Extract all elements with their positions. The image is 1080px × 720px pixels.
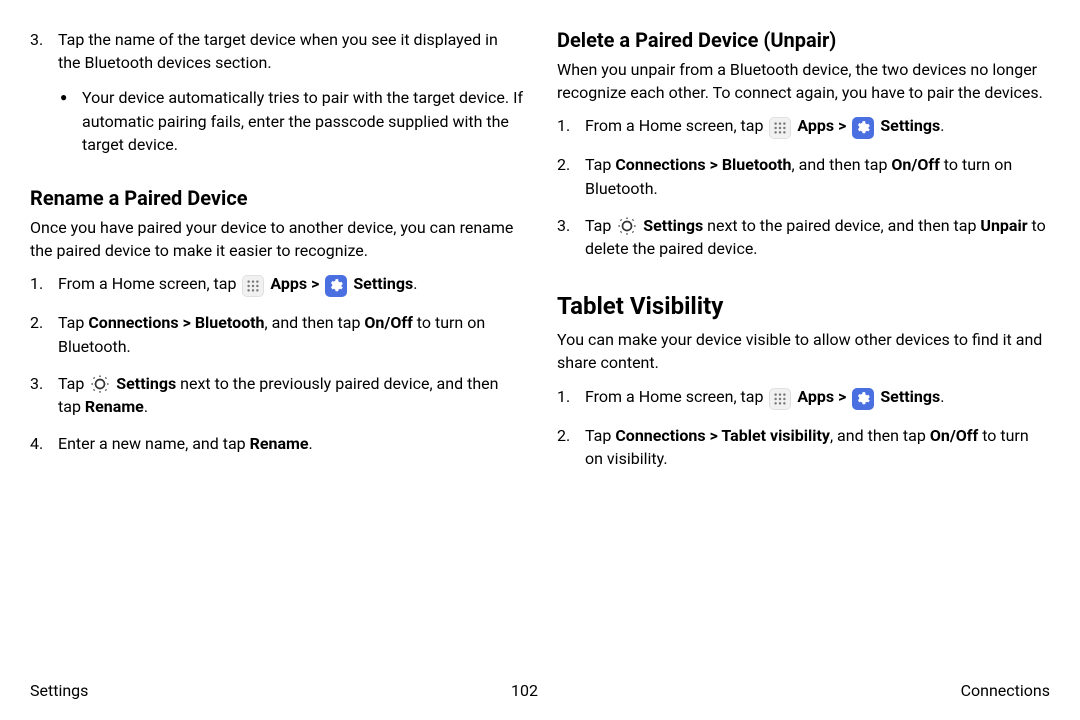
rename-heading: Rename a Paired Device — [30, 186, 523, 210]
list-item: Tap Connections > Tablet visibility, and… — [557, 424, 1050, 470]
list-item: Tap Settings next to the previously pair… — [30, 372, 523, 418]
delete-heading: Delete a Paired Device (Unpair) — [557, 28, 1050, 52]
footer-right: Connections — [961, 681, 1050, 700]
delete-intro: When you unpair from a Bluetooth device,… — [557, 58, 1050, 104]
footer-left: Settings — [30, 681, 88, 700]
list-item: From a Home screen, tap Apps > Settings. — [557, 114, 1050, 139]
step-text: Tap the name of the target device when y… — [58, 30, 498, 72]
list-item: Your device automatically tries to pair … — [58, 86, 523, 156]
left-column: Tap the name of the target device when y… — [30, 28, 523, 661]
list-item: Enter a new name, and tap Rename. — [30, 432, 523, 455]
page-footer: Settings 102 Connections — [30, 661, 1050, 700]
gear-icon — [617, 216, 637, 236]
list-item: Tap the name of the target device when y… — [30, 28, 523, 156]
apps-icon — [769, 388, 791, 410]
rename-intro: Once you have paired your device to anot… — [30, 216, 523, 262]
settings-icon — [852, 388, 874, 410]
list-item: Tap Connections > Bluetooth, and then ta… — [557, 153, 1050, 199]
right-column: Delete a Paired Device (Unpair) When you… — [557, 28, 1050, 661]
apps-icon — [242, 275, 264, 297]
delete-steps: From a Home screen, tap Apps > Settings.… — [557, 114, 1050, 274]
settings-icon — [852, 117, 874, 139]
list-item: Tap Connections > Bluetooth, and then ta… — [30, 311, 523, 357]
list-item: Tap Settings next to the paired device, … — [557, 214, 1050, 260]
visibility-heading: Tablet Visibility — [557, 292, 1050, 320]
footer-page-number: 102 — [511, 681, 538, 700]
gear-icon — [90, 374, 110, 394]
rename-steps: From a Home screen, tap Apps > Settings.… — [30, 272, 523, 469]
settings-icon — [325, 275, 347, 297]
visibility-steps: From a Home screen, tap Apps > Settings.… — [557, 385, 1050, 484]
apps-icon — [769, 117, 791, 139]
visibility-intro: You can make your device visible to allo… — [557, 328, 1050, 374]
list-item: From a Home screen, tap Apps > Settings. — [30, 272, 523, 297]
list-item: From a Home screen, tap Apps > Settings. — [557, 385, 1050, 410]
sub-bullet-list: Your device automatically tries to pair … — [58, 86, 523, 156]
pairing-steps-cont: Tap the name of the target device when y… — [30, 28, 523, 170]
